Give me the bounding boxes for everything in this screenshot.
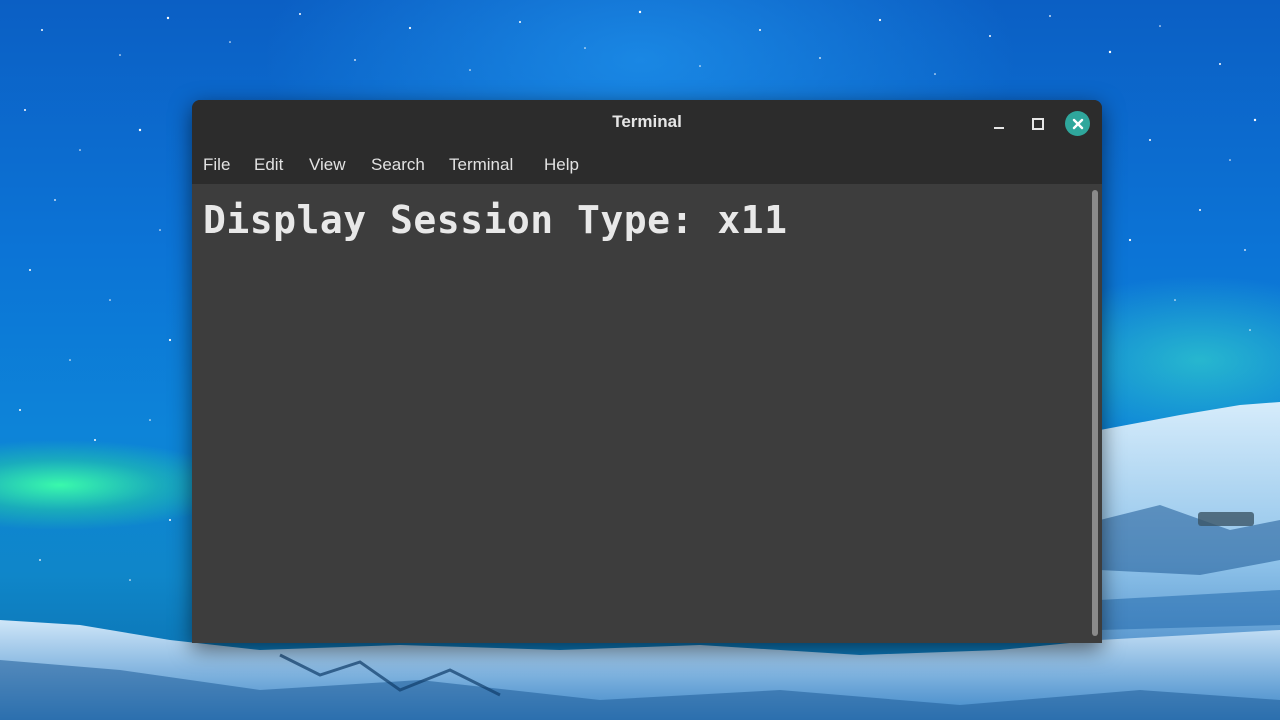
window-title: Terminal [612,112,682,131]
minimize-button[interactable] [987,112,1011,136]
maximize-button[interactable] [1026,112,1050,136]
terminal-output: Display Session Type: x11 [203,198,788,242]
maximize-icon [1032,118,1044,130]
menu-view[interactable]: View [309,155,346,175]
menu-edit[interactable]: Edit [254,155,283,175]
terminal-content[interactable]: Display Session Type: x11 [192,184,1102,643]
menu-search[interactable]: Search [371,155,425,175]
minimize-icon [994,127,1004,129]
menu-bar: File Edit View Search Terminal Help [192,146,1102,184]
close-icon [1072,118,1083,129]
terminal-scrollbar[interactable] [1092,190,1098,636]
menu-terminal[interactable]: Terminal [449,155,513,175]
window-titlebar[interactable]: Terminal [192,100,1102,146]
menu-file[interactable]: File [203,155,230,175]
close-button[interactable] [1065,111,1090,136]
menu-help[interactable]: Help [544,155,579,175]
terminal-window: Terminal File Edit View Search Terminal … [192,100,1102,643]
